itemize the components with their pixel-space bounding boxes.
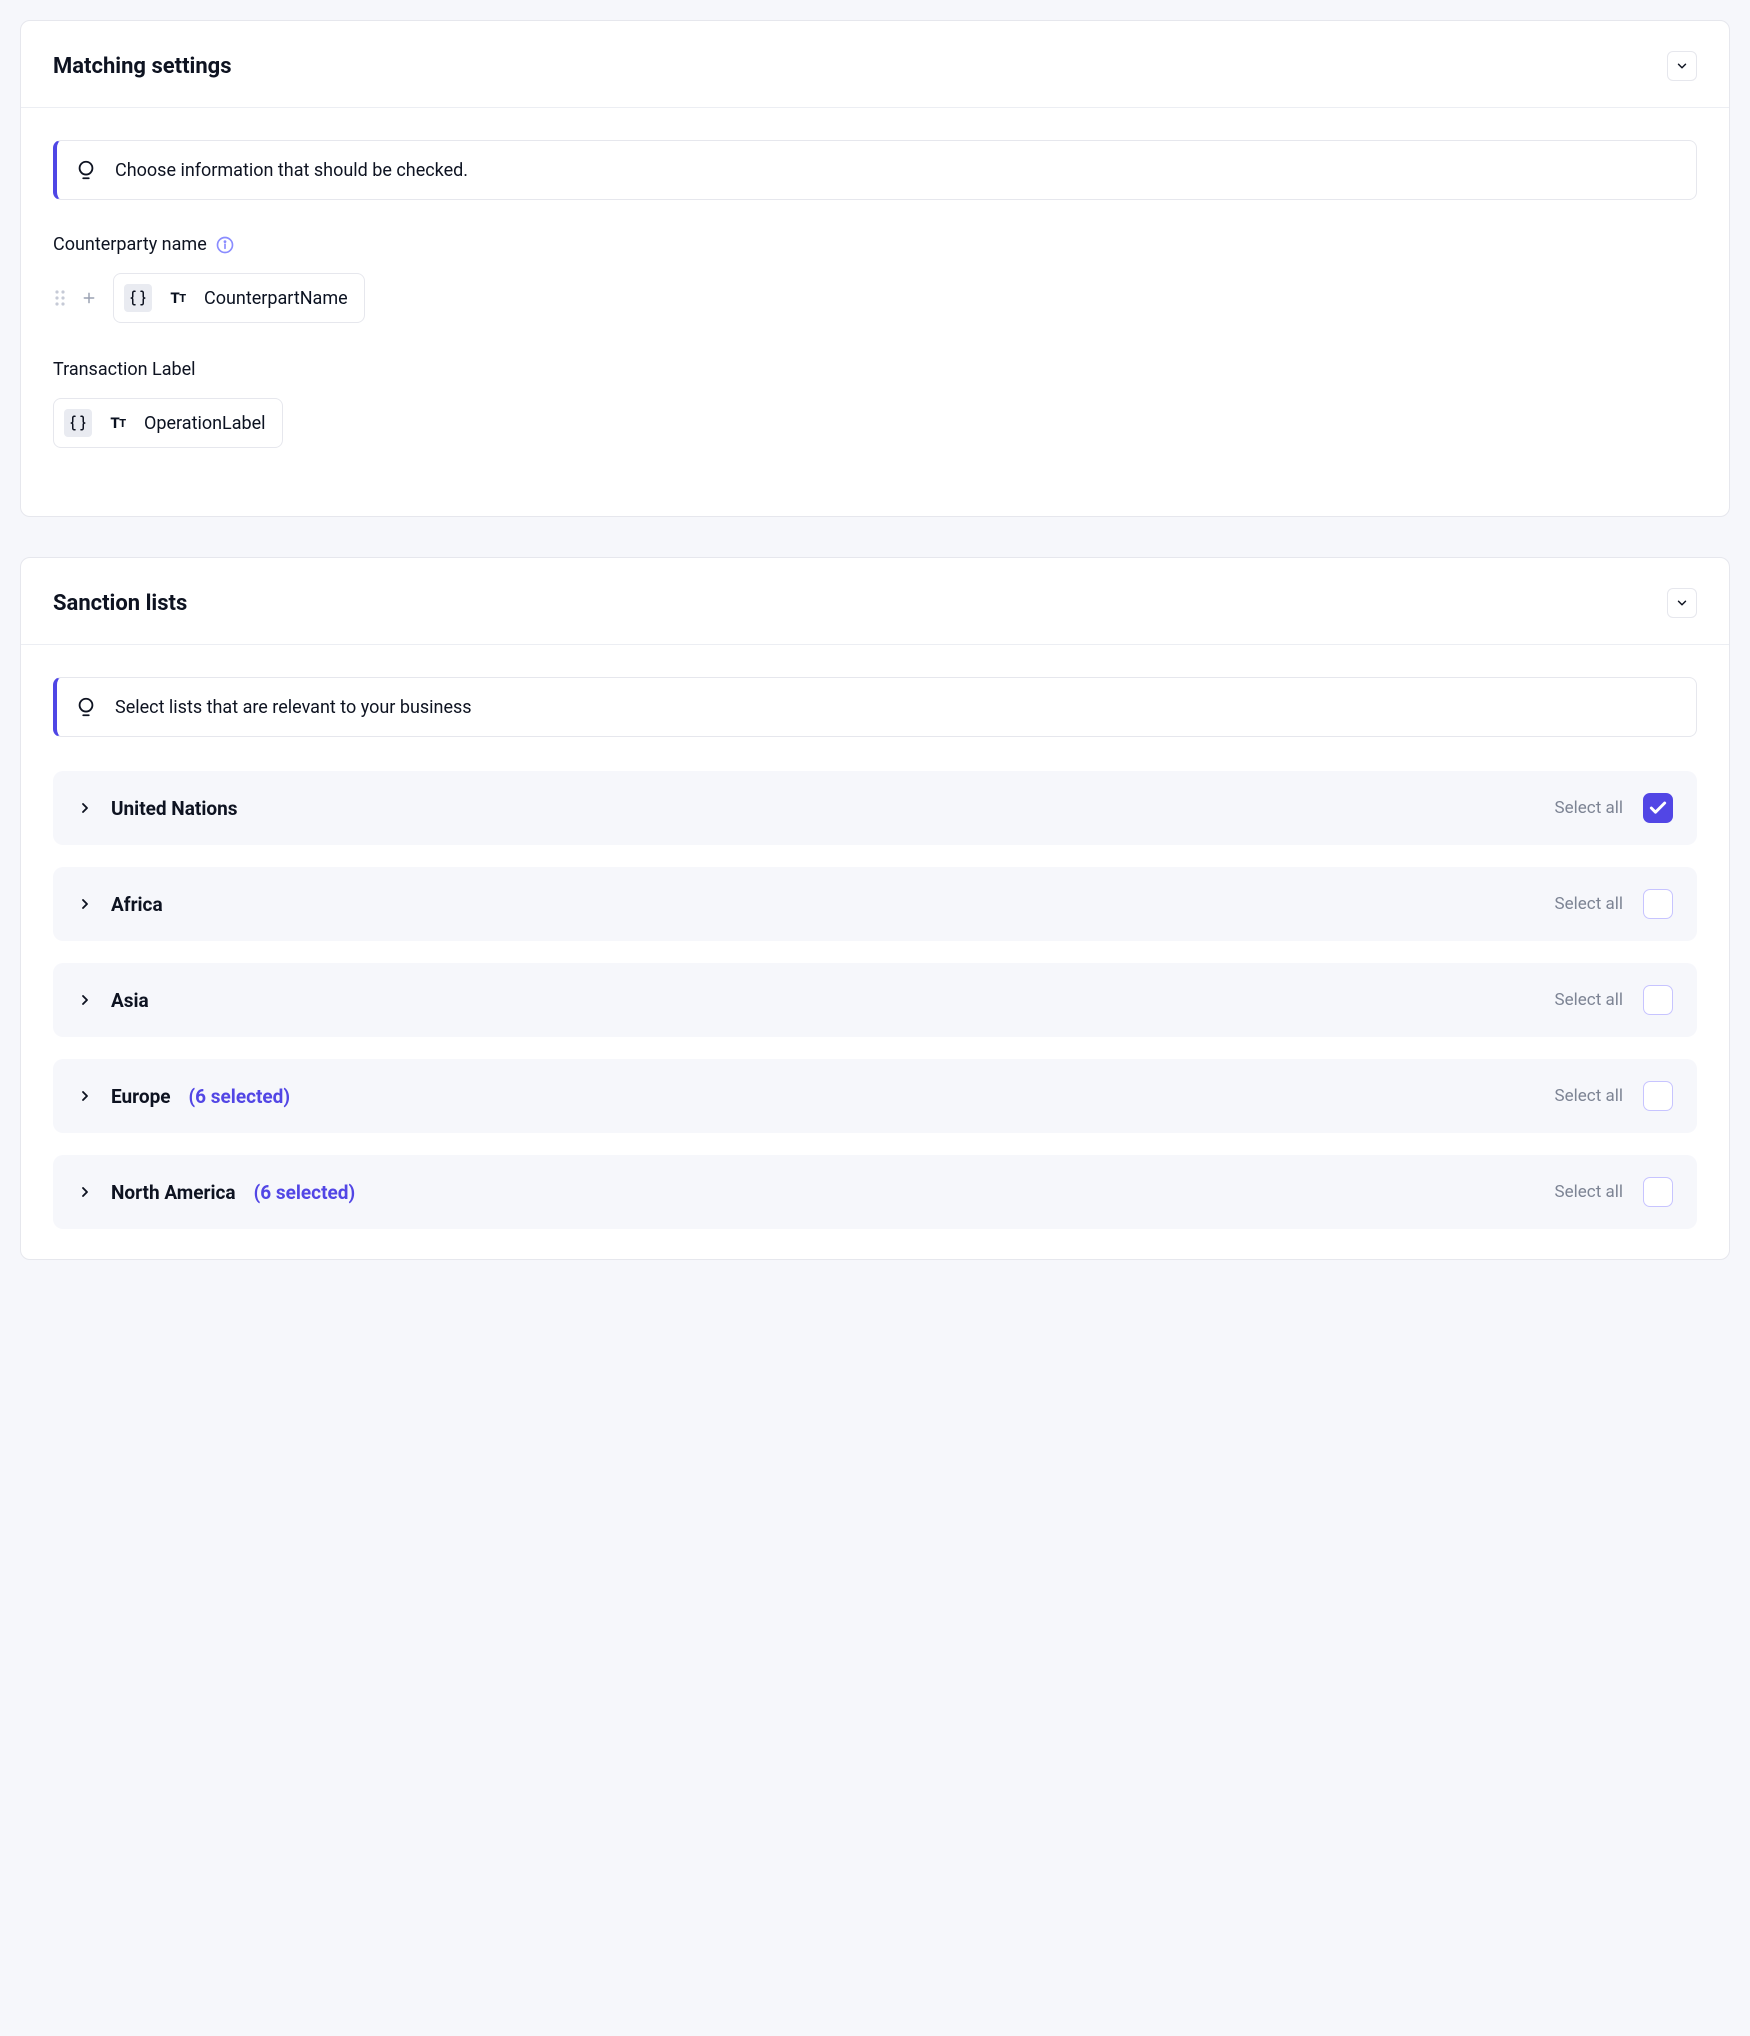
select-all-label: Select all [1555, 1086, 1623, 1106]
add-field-button[interactable] [81, 290, 97, 306]
select-all-checkbox[interactable] [1643, 889, 1673, 919]
info-icon[interactable] [215, 235, 235, 255]
chevron-down-icon [1675, 596, 1689, 610]
select-all-label: Select all [1555, 798, 1623, 818]
group-right: Select all [1555, 793, 1673, 823]
select-all-label: Select all [1555, 990, 1623, 1010]
group-left: Asia [77, 989, 149, 1012]
callout-text: Choose information that should be checke… [115, 160, 468, 181]
group-name: North America [111, 1181, 236, 1204]
lightbulb-icon [75, 696, 97, 718]
select-all-checkbox[interactable] [1643, 1177, 1673, 1207]
chevron-right-icon[interactable] [77, 800, 93, 816]
selected-count-badge: (6 selected) [189, 1085, 291, 1108]
sanction-group-row: United Nations Select all [53, 771, 1697, 845]
callout-text: Select lists that are relevant to your b… [115, 697, 472, 718]
chevron-down-icon [1675, 59, 1689, 73]
info-callout: Select lists that are relevant to your b… [53, 677, 1697, 737]
sanction-group-row: North America (6 selected) Select all [53, 1155, 1697, 1229]
group-right: Select all [1555, 889, 1673, 919]
group-name: Europe [111, 1085, 171, 1108]
field-label: Transaction Label [53, 359, 1697, 380]
braces-icon [64, 409, 92, 437]
sanction-group-row: Asia Select all [53, 963, 1697, 1037]
group-right: Select all [1555, 1177, 1673, 1207]
select-all-checkbox[interactable] [1643, 793, 1673, 823]
select-all-checkbox[interactable] [1643, 985, 1673, 1015]
drag-handle-icon[interactable] [53, 288, 67, 308]
text-type-icon: TT [104, 409, 132, 437]
sanction-lists-card: Sanction lists Select lists that are rel… [20, 557, 1730, 1260]
field-label-text: Counterparty name [53, 234, 207, 255]
braces-icon [124, 284, 152, 312]
collapse-button[interactable] [1667, 51, 1697, 81]
field-row: TT CounterpartName [53, 273, 1697, 323]
field-label: Counterparty name [53, 234, 1697, 255]
group-name: Africa [111, 893, 163, 916]
collapse-button[interactable] [1667, 588, 1697, 618]
group-left: Africa [77, 893, 163, 916]
group-name: United Nations [111, 797, 237, 820]
group-left: North America (6 selected) [77, 1181, 355, 1204]
matching-fields: Counterparty name TT CounterpartName Transa… [53, 234, 1697, 448]
field-row: TT OperationLabel [53, 398, 1697, 448]
chevron-right-icon[interactable] [77, 992, 93, 1008]
field-chip[interactable]: TT CounterpartName [113, 273, 365, 323]
select-all-label: Select all [1555, 894, 1623, 914]
group-left: United Nations [77, 797, 237, 820]
sanction-group-row: Africa Select all [53, 867, 1697, 941]
field-label-text: Transaction Label [53, 359, 196, 380]
group-right: Select all [1555, 1081, 1673, 1111]
select-all-checkbox[interactable] [1643, 1081, 1673, 1111]
lightbulb-icon [75, 159, 97, 181]
field-block: Transaction Label TT OperationLabel [53, 359, 1697, 448]
section-body: Choose information that should be checke… [21, 108, 1729, 516]
field-block: Counterparty name TT CounterpartName [53, 234, 1697, 323]
text-type-icon: TT [164, 284, 192, 312]
field-chip-label: CounterpartName [204, 288, 348, 309]
sanction-group-row: Europe (6 selected) Select all [53, 1059, 1697, 1133]
section-header: Matching settings [21, 21, 1729, 108]
matching-title: Matching settings [53, 54, 232, 79]
handle-plus-group [53, 288, 97, 308]
sanctions-title: Sanction lists [53, 591, 187, 616]
section-body: Select lists that are relevant to your b… [21, 645, 1729, 1259]
select-all-label: Select all [1555, 1182, 1623, 1202]
chevron-right-icon[interactable] [77, 896, 93, 912]
group-name: Asia [111, 989, 149, 1012]
field-chip-label: OperationLabel [144, 413, 266, 434]
matching-settings-card: Matching settings Choose information tha… [20, 20, 1730, 517]
group-left: Europe (6 selected) [77, 1085, 290, 1108]
sanction-groups: United Nations Select all Africa Select all… [53, 771, 1697, 1229]
info-callout: Choose information that should be checke… [53, 140, 1697, 200]
section-header: Sanction lists [21, 558, 1729, 645]
chevron-right-icon[interactable] [77, 1184, 93, 1200]
selected-count-badge: (6 selected) [254, 1181, 356, 1204]
group-right: Select all [1555, 985, 1673, 1015]
field-chip[interactable]: TT OperationLabel [53, 398, 283, 448]
chevron-right-icon[interactable] [77, 1088, 93, 1104]
